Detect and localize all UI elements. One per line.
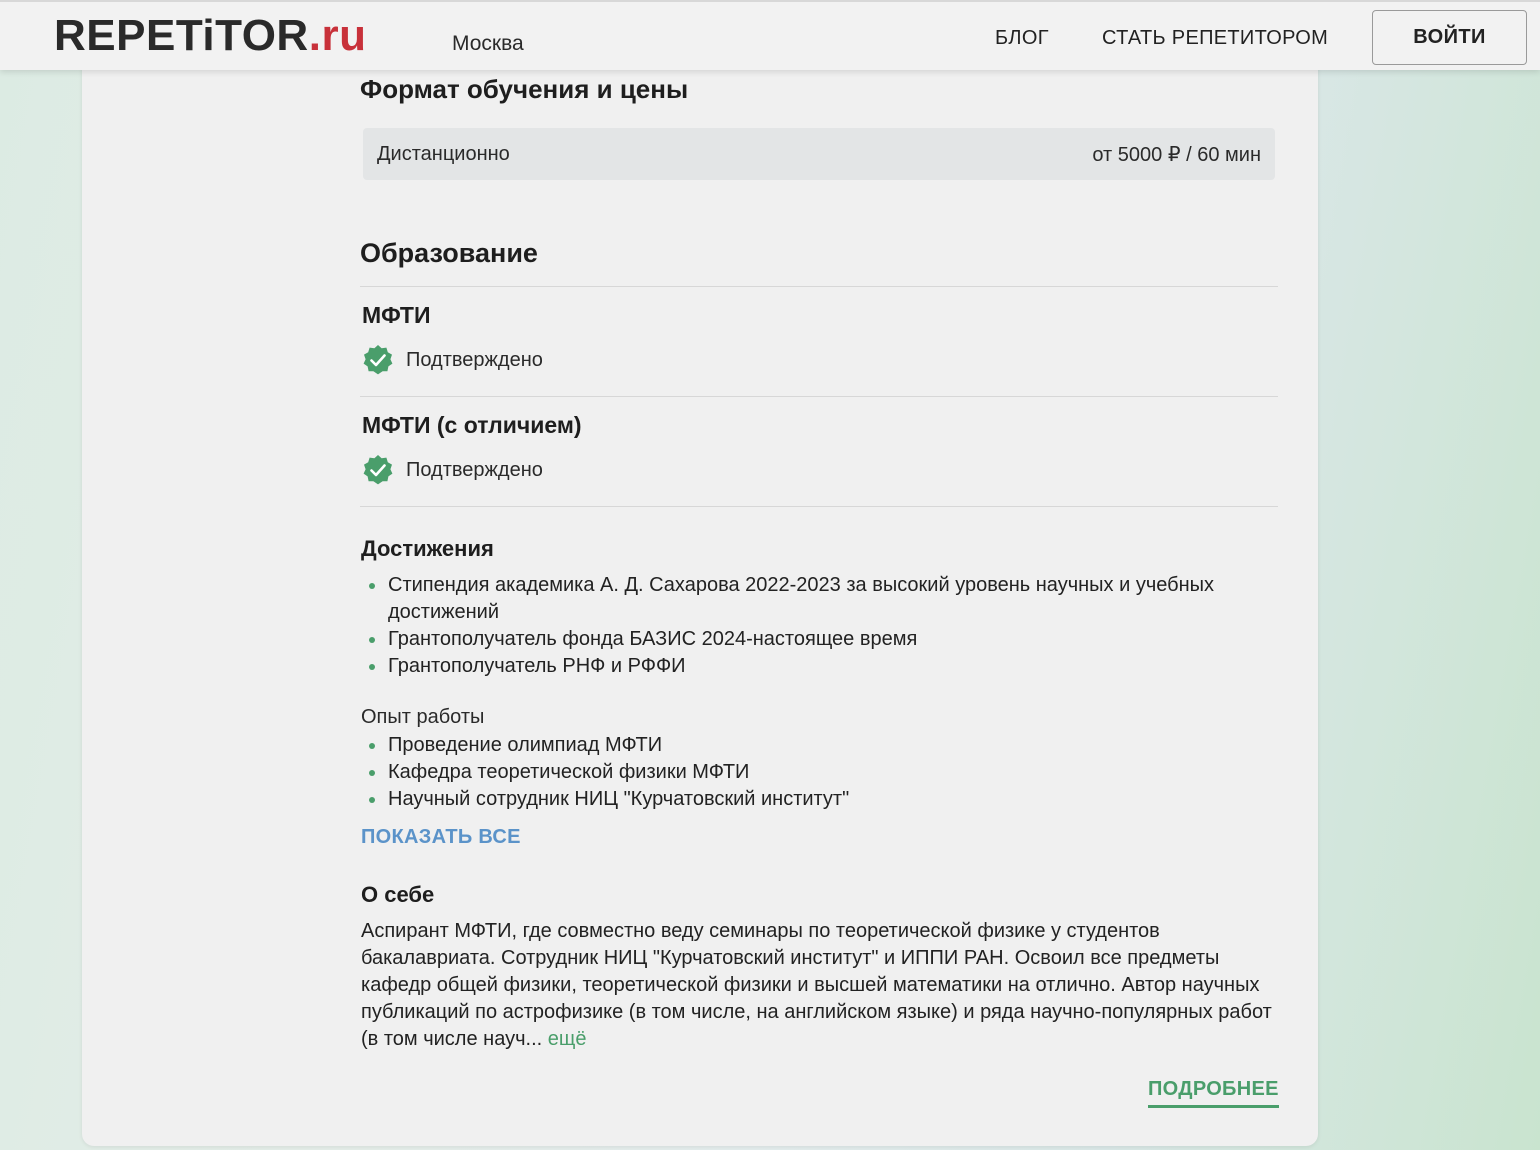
education-item-name: МФТИ — [362, 302, 431, 328]
verified-badge: Подтверждено — [362, 344, 543, 376]
check-badge-icon — [363, 455, 393, 485]
check-badge-icon — [363, 345, 393, 375]
bullet-dot — [369, 583, 375, 589]
divider — [360, 396, 1278, 397]
education-item-name: МФТИ (с отличием) — [362, 412, 582, 438]
about-body: Аспирант МФТИ, где совместно веду семина… — [361, 920, 1272, 1050]
nav-become-tutor-link[interactable]: СТАТЬ РЕПЕТИТОРОМ — [1102, 27, 1328, 50]
login-button[interactable]: ВОЙТИ — [1372, 10, 1527, 65]
list-item: Грантополучатель РНФ и РФФИ — [366, 653, 1266, 680]
bullet-dot — [369, 637, 375, 643]
details-link[interactable]: ПОДРОБНЕЕ — [1148, 1078, 1279, 1108]
bullet-dot — [369, 743, 375, 749]
logo-main-text: REPETiTOR — [54, 11, 309, 60]
format-section-title: Формат обучения и цены — [360, 74, 689, 104]
about-title: О себе — [361, 882, 435, 907]
list-item-text: Научный сотрудник НИЦ "Курчатовский инст… — [388, 788, 850, 810]
list-item-text: Проведение олимпиад МФТИ — [388, 734, 663, 756]
list-item-text: Стипендия академика А. Д. Сахарова 2022-… — [388, 574, 1215, 623]
bullet-dot — [369, 770, 375, 776]
about-text: Аспирант МФТИ, где совместно веду семина… — [361, 918, 1279, 1053]
nav-blog-link[interactable]: БЛОГ — [995, 27, 1049, 50]
list-item-text: Кафедра теоретической физики МФТИ — [388, 761, 750, 783]
site-logo[interactable]: REPETiTOR.ru — [54, 10, 366, 62]
verified-text: Подтверждено — [406, 348, 543, 371]
divider — [360, 506, 1278, 507]
bullet-dot — [369, 797, 375, 803]
lesson-mode: Дистанционно — [377, 142, 510, 165]
divider — [360, 286, 1278, 287]
price-row: Дистанционно от 5000 ₽ / 60 мин — [363, 128, 1275, 180]
list-item: Научный сотрудник НИЦ "Курчатовский инст… — [366, 786, 1266, 813]
education-section-title: Образование — [360, 238, 538, 268]
show-all-link[interactable]: ПОКАЗАТЬ ВСЕ — [361, 826, 521, 849]
read-more-link[interactable]: ещё — [548, 1028, 587, 1050]
city-selector[interactable]: Москва — [452, 32, 524, 56]
list-item: Проведение олимпиад МФТИ — [366, 732, 1266, 759]
site-header: REPETiTOR.ru Москва БЛОГ СТАТЬ РЕПЕТИТОР… — [0, 0, 1540, 70]
verified-text: Подтверждено — [406, 458, 543, 481]
verified-badge: Подтверждено — [362, 454, 543, 486]
logo-suffix-text: .ru — [308, 11, 367, 60]
list-item: Стипендия академика А. Д. Сахарова 2022-… — [366, 572, 1266, 626]
experience-list: Проведение олимпиад МФТИ Кафедра теорети… — [366, 732, 1266, 813]
list-item-text: Грантополучатель фонда БАЗИС 2024-настоя… — [388, 628, 918, 650]
achievements-list: Стипендия академика А. Д. Сахарова 2022-… — [366, 572, 1266, 680]
achievements-title: Достижения — [361, 536, 494, 561]
lesson-price: от 5000 ₽ / 60 мин — [1092, 143, 1261, 166]
bullet-dot — [369, 664, 375, 670]
list-item-text: Грантополучатель РНФ и РФФИ — [388, 655, 686, 677]
list-item: Кафедра теоретической физики МФТИ — [366, 759, 1266, 786]
experience-label: Опыт работы — [361, 706, 485, 728]
list-item: Грантополучатель фонда БАЗИС 2024-настоя… — [366, 626, 1266, 653]
